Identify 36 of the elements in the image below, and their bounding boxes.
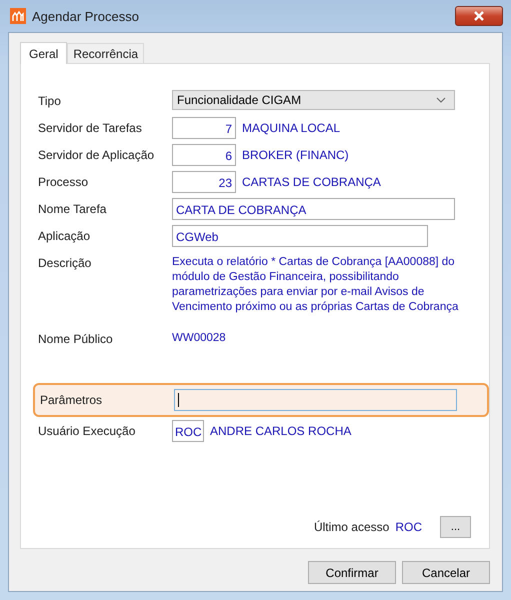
last-access-value: ROC	[395, 520, 422, 534]
field-label: Nome Tarefa	[38, 201, 108, 216]
app-icon	[10, 8, 26, 24]
field-label: Nome Público	[38, 331, 114, 346]
type-dropdown[interactable]: Funcionalidade CIGAM	[172, 90, 455, 110]
code-field[interactable]: 23	[172, 171, 236, 193]
more-button[interactable]: ...	[440, 516, 471, 538]
lookup-value: BROKER (FINANC)	[242, 147, 349, 162]
text-field[interactable]: CARTA DE COBRANÇA	[172, 198, 455, 220]
field-label: Descrição	[38, 255, 92, 270]
user-code-field[interactable]: ROC	[172, 420, 204, 442]
field-value: Executa o relatório * Cartas de Cobrança [AA00088] do módulo de Gestão Financeira, possibilitando parametrizações para enviar por e-mail Avisos de Vencimento próximo ou as próprias Cartas de Cobrança	[172, 255, 460, 315]
field-label: Usuário Execução	[38, 423, 136, 438]
tab[interactable]: Recorrência	[67, 43, 144, 63]
lookup-value: CARTAS DE COBRANÇA	[242, 174, 381, 189]
text-field[interactable]: CGWeb	[172, 225, 428, 247]
code-field[interactable]: 7	[172, 117, 236, 139]
field-label: Tipo	[38, 93, 62, 108]
user-name: ANDRE CARLOS ROCHA	[210, 423, 352, 438]
field-label: Parâmetros	[40, 393, 104, 407]
lookup-value: MAQUINA LOCAL	[242, 120, 340, 135]
field-label: Servidor de Tarefas	[38, 120, 143, 135]
parameters-field[interactable]	[174, 389, 457, 411]
field-label: Processo	[38, 174, 90, 189]
last-access-label: Último acesso	[314, 520, 390, 534]
close-icon	[473, 11, 485, 21]
close-button[interactable]	[455, 6, 503, 26]
tab[interactable]: Geral	[20, 42, 68, 64]
dialog-button[interactable]: Cancelar	[402, 561, 490, 584]
code-field[interactable]: 6	[172, 144, 236, 166]
field-label: Aplicação	[38, 228, 92, 243]
window-title: Agendar Processo	[32, 8, 139, 24]
field-label: Servidor de Aplicação	[38, 147, 156, 162]
field-value: WW00028	[172, 331, 227, 346]
dialog-button[interactable]: Confirmar	[308, 561, 396, 584]
chevron-down-icon	[436, 97, 446, 103]
